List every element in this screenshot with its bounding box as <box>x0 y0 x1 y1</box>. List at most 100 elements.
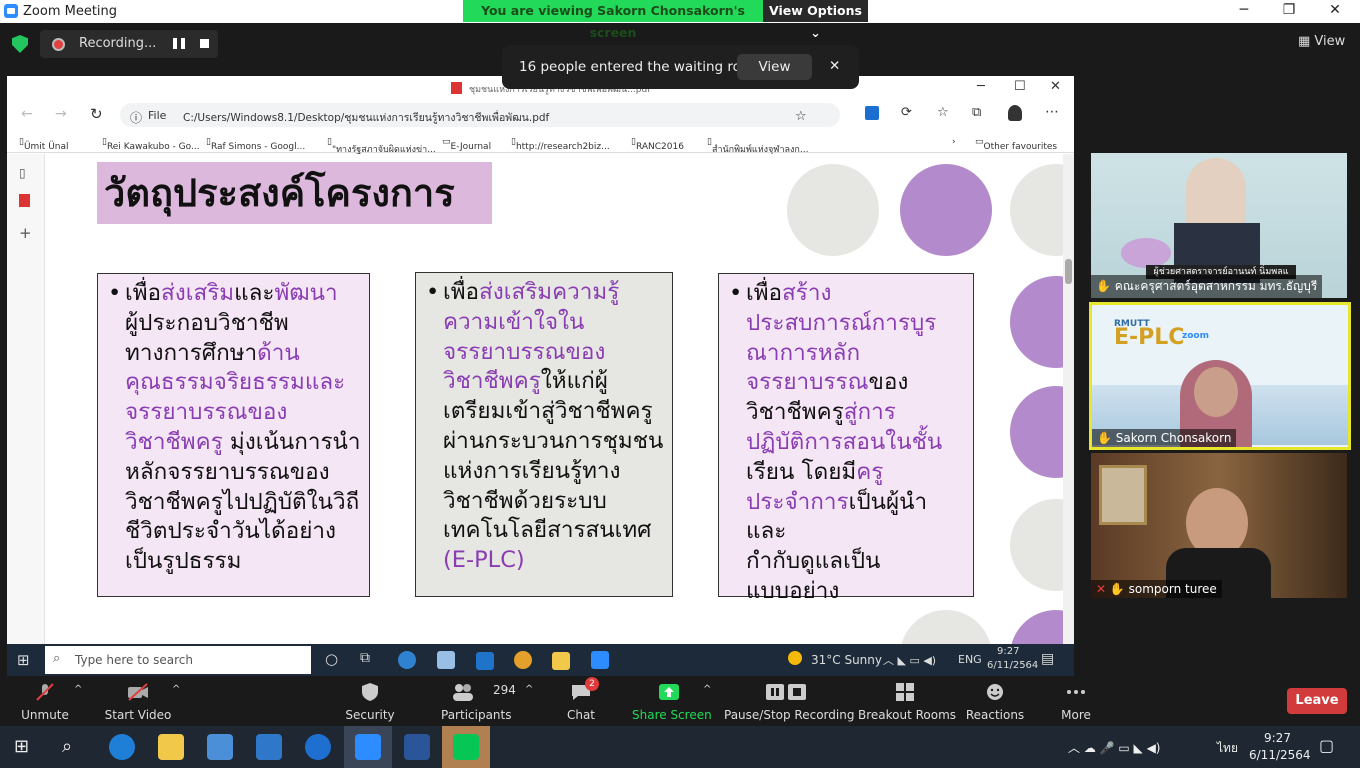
objective-line: แบบอย่าง <box>746 577 840 604</box>
notification-view-button[interactable]: View <box>737 54 812 80</box>
clock-time: 9:27 <box>997 646 1020 657</box>
add-icon[interactable]: + <box>19 224 33 242</box>
shared-windows-taskbar: ⊞ ⌕ Type here to search ○ ⧉ 31°C Sunny ︿… <box>7 644 1074 676</box>
deco-circle <box>900 164 992 256</box>
objective-line: ชีวิตประจำวันได้อย่าง <box>125 518 337 545</box>
objective-line: ความเข้าใจใน <box>443 308 585 335</box>
bookmark-item[interactable]: ▯ "ทางรัฐสภาจับผิดแห่งข่า... <box>327 137 436 155</box>
bookmark-item[interactable]: ▯ RANC2016 <box>631 137 684 152</box>
search-icon[interactable]: ⌕ <box>62 736 72 757</box>
bookmark-item[interactable]: ▯ สำนักพิมพ์แห่งจุฬาลงก... <box>707 137 808 155</box>
search-extension-icon[interactable] <box>865 106 879 120</box>
more-menu-icon[interactable]: ⋯ <box>1045 104 1059 120</box>
video-tile[interactable]: ผู้ช่วยศาสตราจารย์อานนท์ นิ่มพลแ ✋ คณะคร… <box>1091 153 1347 298</box>
action-center-icon[interactable]: ▢ <box>1319 736 1334 755</box>
zoom-icon[interactable] <box>355 734 381 760</box>
objective-line: ประจำการเป็นผู้นำและ <box>746 488 928 545</box>
objective-box-2: • เพื่อส่งเสริมความรู้ ความเข้าใจใน จรรยาบร… <box>415 272 673 597</box>
objective-line: จรรยาบรรณของ <box>443 338 606 365</box>
objective-line: (E-PLC) <box>443 547 525 574</box>
store-icon <box>437 651 455 669</box>
bookmark-item[interactable]: ▭ E-Journal <box>442 137 491 152</box>
notification-close-icon[interactable]: ✕ <box>829 58 840 74</box>
objective-box-3: • เพื่อสร้าง ประสบการณ์การบูร ณาการหลัก จรรย… <box>718 273 974 604</box>
pdf-sidebar: ▯ + <box>7 154 45 644</box>
windows-start-icon[interactable]: ⊞ <box>14 736 29 757</box>
internet-explorer-icon[interactable] <box>305 734 331 760</box>
store-icon[interactable] <box>207 734 233 760</box>
scroll-thumb[interactable] <box>1065 259 1072 284</box>
forward-icon[interactable]: → <box>55 106 67 122</box>
view-options-button[interactable]: View Options ⌄ <box>763 0 868 40</box>
favorites-icon[interactable]: ☆ <box>937 105 949 120</box>
objective-line: ณาการหลัก <box>746 339 861 366</box>
video-tile[interactable]: ✕ ✋ somporn turee <box>1091 453 1347 598</box>
clock-date[interactable]: 6/11/2564 <box>1249 748 1311 762</box>
pause-recording-icon[interactable] <box>173 38 185 49</box>
participants-caret-icon[interactable]: ^ <box>525 684 533 695</box>
browser-minimize-icon[interactable]: ─ <box>977 79 985 94</box>
file-explorer-icon[interactable] <box>158 734 184 760</box>
stop-recording-icon[interactable] <box>200 39 209 48</box>
recording-label: Recording... <box>79 36 157 51</box>
pdf-tab-icon[interactable] <box>19 194 30 207</box>
file-label: File <box>148 109 167 122</box>
pdf-scrollbar[interactable] <box>1063 154 1074 644</box>
line-icon[interactable] <box>453 734 479 760</box>
video-gallery: ผู้ช่วยศาสตราจารย์อานนท์ นิ่มพลแ ✋ คณะคร… <box>1084 150 1360 600</box>
bookmark-item[interactable]: ▯ Ümit Ünal <box>19 137 69 152</box>
shield-icon <box>362 683 378 701</box>
favorite-star-icon[interactable]: ☆ <box>795 109 807 124</box>
pdf-file-icon <box>451 82 462 94</box>
objective-line: วิชาชีพครู มุ่งเน้นการนำ <box>125 428 361 455</box>
extensions-icon[interactable]: ⟳ <box>901 105 912 120</box>
participant-name: ✋ Sakorn Chonsakorn <box>1092 429 1237 447</box>
pdf-viewer[interactable]: ▯ + วัตถุประสงค์โครงการ • เพื่อส่งเสริมแล… <box>7 154 1074 644</box>
objective-line: กำกับดูแลเป็น <box>746 548 881 575</box>
meeting-controls: Unmute ^ Start Video ^ Security 294 Part… <box>0 676 1360 726</box>
language-indicator[interactable]: ไทย <box>1217 739 1238 758</box>
video-options-caret-icon[interactable]: ^ <box>172 684 180 695</box>
video-tile-active-speaker[interactable]: RMUTT E-PLC zoom ✋ Sakorn Chonsakorn <box>1089 302 1351 450</box>
objective-line: เพื่อสร้าง <box>746 280 832 306</box>
screen-share-banner: You are viewing Sakorn Chonsakorn's scre… <box>463 0 868 40</box>
breakout-rooms-icon <box>896 683 914 701</box>
other-favourites[interactable]: ▭ Other favourites <box>975 137 1057 152</box>
share-options-caret-icon[interactable]: ^ <box>703 684 711 695</box>
edge-icon[interactable] <box>109 734 135 760</box>
browser-maximize-icon[interactable]: ☐ <box>1014 79 1026 94</box>
muted-mic-icon <box>36 683 54 701</box>
pages-icon[interactable]: ▯ <box>19 166 33 180</box>
bookmark-item[interactable]: ▯ Raf Simons - Googl... <box>206 137 305 152</box>
windows-start-icon: ⊞ <box>17 651 30 669</box>
collections-icon[interactable]: ⧉ <box>972 105 981 120</box>
slide-heading: วัตถุประสงค์โครงการ <box>97 162 492 224</box>
maximize-icon[interactable]: ❐ <box>1274 2 1304 18</box>
view-button[interactable]: ▦ View <box>1298 34 1345 49</box>
browser-close-icon[interactable]: ✕ <box>1050 79 1061 94</box>
zoom-logo-icon <box>4 4 18 18</box>
word-icon[interactable] <box>404 734 430 760</box>
bookmark-item[interactable]: ▯ Rei Kawakubo - Go... <box>102 137 200 152</box>
record-dot-icon <box>52 38 65 51</box>
mail-icon[interactable] <box>256 734 282 760</box>
bookmarks-overflow-icon[interactable]: › <box>952 137 956 147</box>
address-input[interactable]: ⓘ File C:/Users/Windows8.1/Desktop/ชุมชน… <box>120 103 840 127</box>
close-icon[interactable]: ✕ <box>1320 2 1350 18</box>
back-icon[interactable]: ← <box>21 106 33 122</box>
participants-count: 294 <box>493 683 516 697</box>
audio-options-caret-icon[interactable]: ^ <box>74 684 82 695</box>
minimize-icon[interactable]: ─ <box>1229 2 1259 18</box>
deco-circle <box>787 164 879 256</box>
recording-indicator: Recording... <box>40 30 218 58</box>
profile-avatar[interactable] <box>1008 105 1022 121</box>
clock-time[interactable]: 9:27 <box>1264 731 1291 745</box>
objective-line: เทคโนโลยีสารสนเทศ <box>443 517 652 544</box>
leave-button[interactable]: Leave <box>1287 688 1347 714</box>
language-indicator: ENG <box>958 653 982 666</box>
bookmark-item[interactable]: ▯ http://research2biz... <box>511 137 610 152</box>
refresh-icon[interactable]: ↻ <box>90 105 103 123</box>
system-tray-icons[interactable]: ︿ ☁ 🎤 ▭ ◣ ◀) <box>1068 739 1161 756</box>
taskbar-search-input: ⌕ Type here to search <box>45 646 311 674</box>
info-icon: ⓘ <box>130 111 143 125</box>
